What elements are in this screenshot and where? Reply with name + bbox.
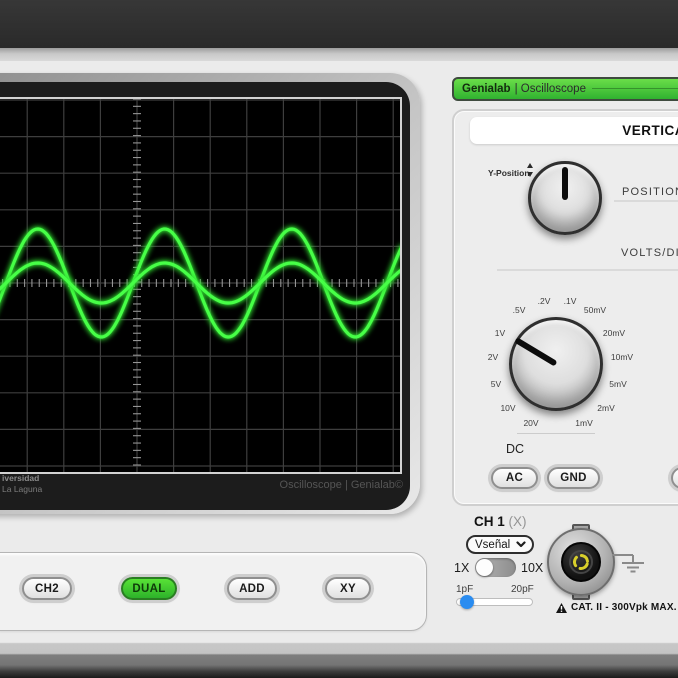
volts-scale-label: 10V bbox=[500, 403, 515, 413]
top-dark-bar bbox=[0, 0, 678, 48]
attenuation-1x-label: 1X bbox=[454, 561, 469, 575]
chip-decorative-line bbox=[592, 88, 678, 89]
volts-scale-label: 5V bbox=[491, 379, 501, 389]
volts-div-underline bbox=[497, 269, 678, 271]
volts-scale-label: 1mV bbox=[575, 418, 592, 428]
top-silver-band bbox=[0, 48, 678, 61]
attenuation-toggle[interactable] bbox=[475, 558, 516, 577]
safety-warning: CAT. II - 300Vpk MAX. bbox=[556, 602, 677, 613]
coupling-indicator: DC bbox=[506, 442, 524, 456]
volts-knob-underline bbox=[517, 433, 595, 434]
volts-scale-label: 5mV bbox=[609, 379, 626, 389]
capacitance-max-label: 20pF bbox=[511, 584, 534, 595]
volts-scale-label: 2mV bbox=[597, 403, 614, 413]
channel-axis: (X) bbox=[509, 514, 527, 529]
y-position-label: Y-Position bbox=[488, 168, 530, 178]
warning-text: CAT. II - 300Vpk MAX. bbox=[571, 602, 677, 613]
signal-select[interactable]: Vseñal bbox=[466, 535, 534, 554]
app-name: Oscilloscope bbox=[521, 83, 586, 95]
position-underline bbox=[614, 200, 678, 202]
warning-triangle-icon bbox=[556, 603, 567, 613]
y-position-knob[interactable] bbox=[528, 161, 602, 235]
capacitance-min-label: 1pF bbox=[456, 584, 473, 595]
volts-scale-label: 20mV bbox=[603, 328, 625, 338]
bottom-chassis-strips bbox=[0, 637, 678, 678]
volts-scale-label: 10mV bbox=[611, 352, 633, 362]
volts-scale-label: 1V bbox=[495, 328, 505, 338]
arrow-up-icon[interactable] bbox=[527, 163, 533, 168]
volts-scale-label: 50mV bbox=[584, 305, 606, 315]
coupling-button-gnd[interactable]: GND bbox=[547, 467, 600, 489]
volts-scale-label: .5V bbox=[513, 305, 526, 315]
knob-pointer bbox=[514, 337, 557, 366]
waveform-svg bbox=[0, 99, 400, 472]
vertical-panel-title: VERTICAL bbox=[470, 117, 678, 144]
y-position-arrows[interactable] bbox=[527, 163, 533, 177]
university-branding: iversidad La Laguna bbox=[2, 473, 42, 495]
mode-button-dual[interactable]: DUAL bbox=[121, 577, 177, 600]
signal-select-value: Vseñal bbox=[475, 539, 510, 551]
app-header-chip: Genialab | Oscilloscope bbox=[452, 77, 678, 101]
volts-div-knob[interactable] bbox=[509, 317, 603, 411]
scope-screen bbox=[0, 97, 402, 474]
bnc-socket bbox=[561, 542, 601, 582]
chevron-down-icon bbox=[516, 541, 526, 548]
channel-title: CH 1 (X) bbox=[474, 514, 527, 529]
toggle-knob[interactable] bbox=[476, 559, 493, 576]
volts-scale-label: .2V bbox=[538, 296, 551, 306]
volts-div-label: VOLTS/DIV bbox=[621, 247, 678, 259]
bnc-connector[interactable] bbox=[547, 528, 615, 596]
header-separator: | bbox=[515, 83, 518, 95]
brand-name: Genialab bbox=[462, 83, 511, 95]
mode-button-ch2[interactable]: CH2 bbox=[22, 577, 72, 600]
mode-button-add[interactable]: ADD bbox=[227, 577, 277, 600]
volts-scale-label: .1V bbox=[564, 296, 577, 306]
attenuation-10x-label: 10X bbox=[521, 561, 543, 575]
capacitance-slider-thumb[interactable] bbox=[460, 595, 474, 609]
bnc-contact-icon bbox=[571, 552, 591, 572]
position-label: POSITION bbox=[622, 186, 678, 198]
volts-scale-label: 2V bbox=[488, 352, 498, 362]
oscilloscope-app: iversidad La Laguna Oscilloscope | Genia… bbox=[0, 0, 678, 678]
coupling-button-ac[interactable]: AC bbox=[491, 467, 538, 489]
ground-symbol-icon bbox=[610, 548, 650, 576]
mode-button-xy[interactable]: XY bbox=[325, 577, 371, 600]
arrow-down-icon[interactable] bbox=[527, 172, 533, 177]
scope-branding: Oscilloscope | Genialab© bbox=[280, 479, 403, 491]
channel-name: CH 1 bbox=[474, 514, 505, 529]
knob-pointer bbox=[562, 167, 568, 200]
volts-scale-label: 20V bbox=[523, 418, 538, 428]
